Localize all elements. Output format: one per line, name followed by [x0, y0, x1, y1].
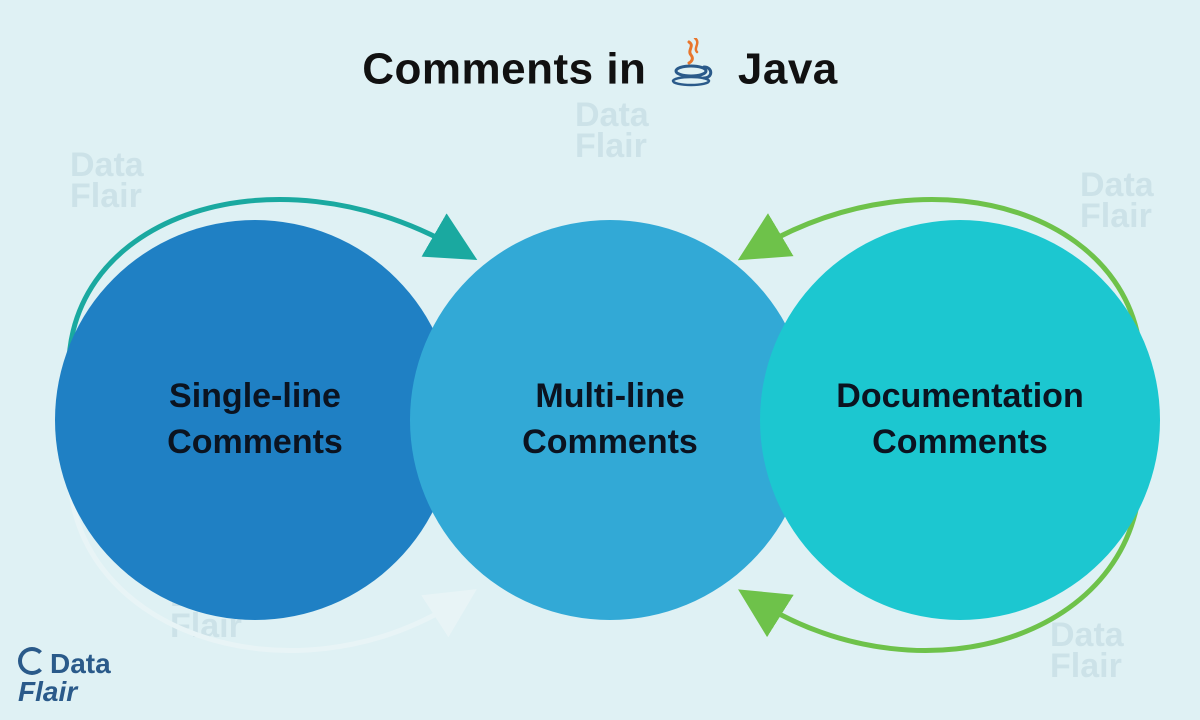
- brand-ring-icon: [18, 647, 46, 675]
- circle-label: Multi-lineComments: [492, 374, 728, 466]
- brand-line-2: Flair: [18, 679, 111, 706]
- brand-line-1: Data: [50, 648, 111, 679]
- circle-single-line: Single-lineComments: [55, 220, 455, 620]
- title-part-2: Java: [738, 45, 838, 94]
- brand-logo: Data Flair: [18, 651, 111, 706]
- java-logo-icon: [671, 38, 717, 101]
- page-title: Comments in Java: [0, 38, 1200, 101]
- circle-multi-line: Multi-lineComments: [410, 220, 810, 620]
- comments-diagram: Single-lineComments Multi-lineComments D…: [0, 140, 1200, 700]
- circle-label: DocumentationComments: [806, 374, 1113, 466]
- circle-documentation: DocumentationComments: [760, 220, 1160, 620]
- circle-label: Single-lineComments: [137, 374, 373, 466]
- title-part-1: Comments in: [362, 45, 646, 94]
